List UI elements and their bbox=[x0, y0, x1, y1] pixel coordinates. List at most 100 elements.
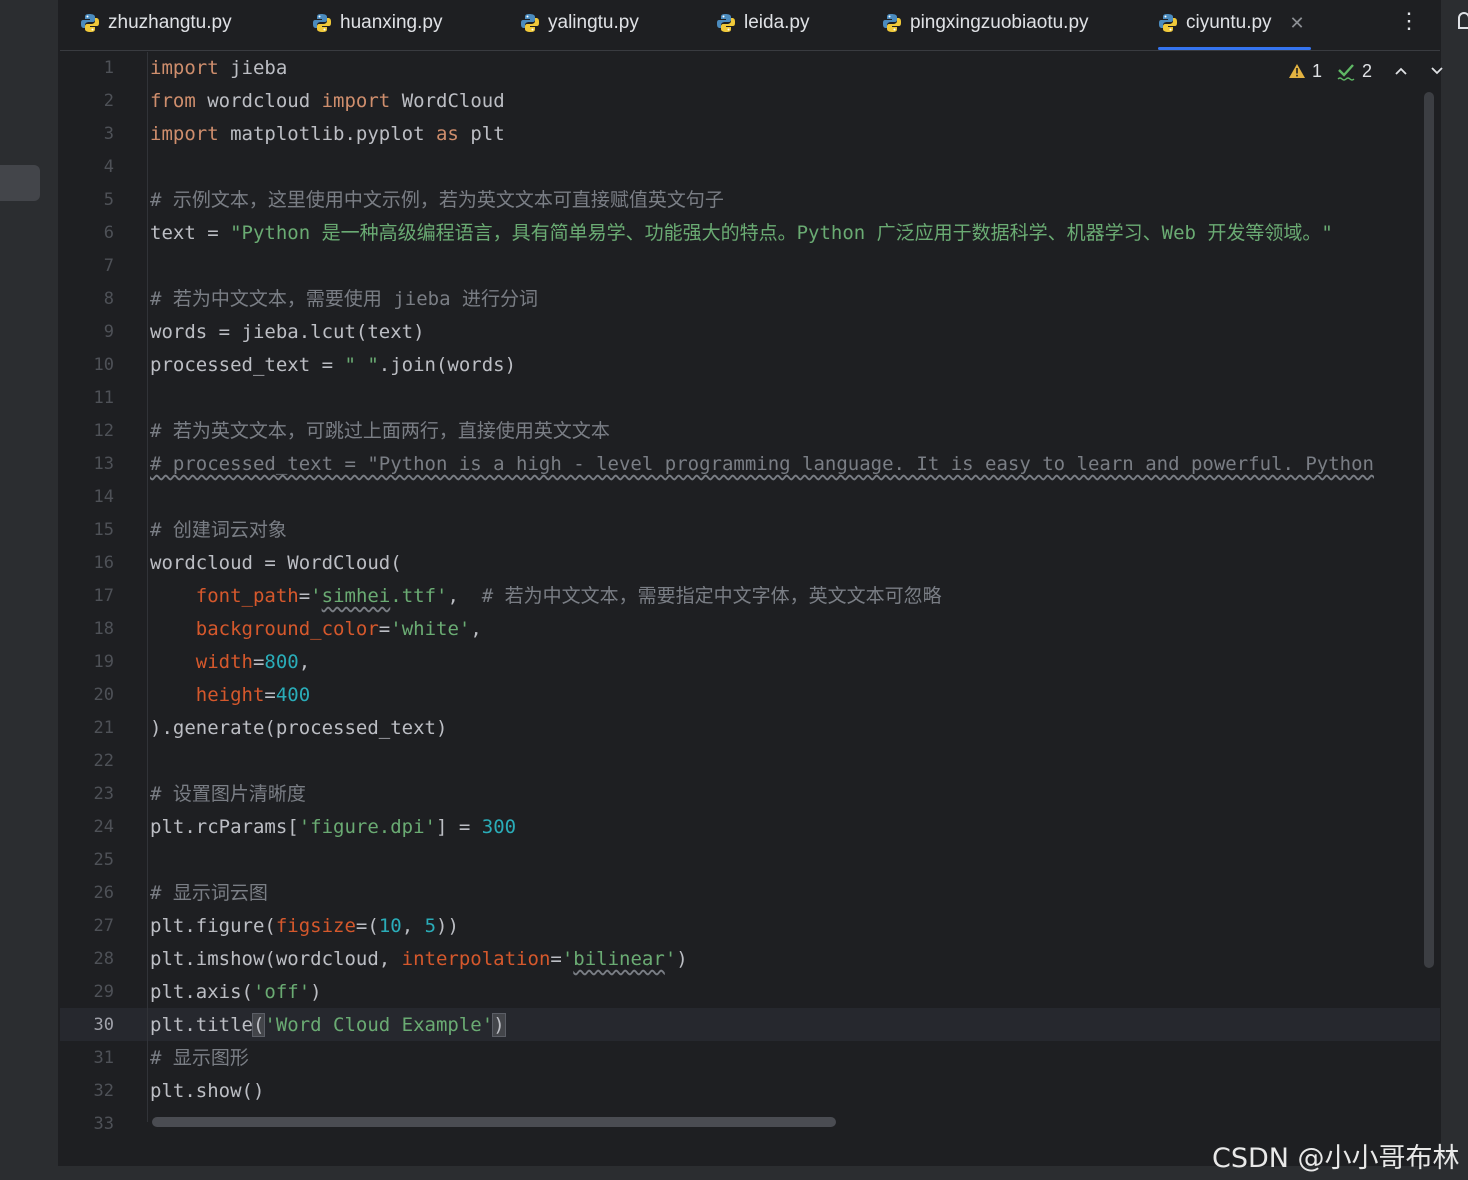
code-line-28: plt.imshow(wordcloud, interpolation='bil… bbox=[150, 943, 1440, 976]
string-literal: .ttf' bbox=[390, 585, 448, 607]
line-number[interactable]: 4 bbox=[60, 151, 148, 184]
line-number[interactable]: 3 bbox=[60, 118, 148, 151]
string-literal: 'Word Cloud Example' bbox=[264, 1014, 494, 1036]
line-number[interactable]: 32 bbox=[60, 1075, 148, 1108]
python-file-icon bbox=[1159, 14, 1177, 32]
keyword: import bbox=[150, 123, 219, 145]
close-icon[interactable]: ✕ bbox=[1290, 13, 1305, 34]
line-number[interactable]: 15 bbox=[60, 514, 148, 547]
string-literal-typo: bilinear bbox=[573, 948, 665, 970]
line-number[interactable]: 1 bbox=[60, 52, 148, 85]
line-number[interactable]: 14 bbox=[60, 481, 148, 514]
left-tool-strip bbox=[0, 0, 59, 1166]
tab-leida[interactable]: leida.py bbox=[716, 0, 810, 46]
code-text: plt.figure( bbox=[150, 915, 276, 937]
line-number[interactable]: 24 bbox=[60, 811, 148, 844]
line-number[interactable]: 2 bbox=[60, 85, 148, 118]
code-text: , bbox=[447, 585, 482, 607]
tab-yalingtu[interactable]: yalingtu.py bbox=[520, 0, 639, 46]
tab-label: ciyuntu.py bbox=[1186, 12, 1272, 33]
code-line-8: # 若为中文文本，需要使用 jieba 进行分词 bbox=[150, 288, 538, 310]
code-text: = bbox=[298, 585, 311, 607]
line-number[interactable]: 13 bbox=[60, 448, 148, 481]
line-number[interactable]: 5 bbox=[60, 184, 148, 217]
line-number[interactable]: 33 bbox=[60, 1108, 148, 1141]
tab-huanxing[interactable]: huanxing.py bbox=[312, 0, 442, 46]
keyword: import bbox=[321, 90, 391, 112]
python-file-icon bbox=[81, 14, 99, 32]
line-number[interactable]: 26 bbox=[60, 877, 148, 910]
notification-bell-icon[interactable] bbox=[1457, 10, 1468, 38]
python-file-icon bbox=[717, 14, 735, 32]
vertical-scrollbar[interactable] bbox=[1424, 92, 1434, 968]
python-file-icon bbox=[883, 14, 901, 32]
line-number[interactable]: 30 bbox=[60, 1009, 148, 1042]
more-vertical-icon[interactable]: ⋮ bbox=[1398, 8, 1420, 34]
line-number[interactable]: 18 bbox=[60, 613, 148, 646]
python-file-icon bbox=[521, 14, 539, 32]
code-text: , bbox=[470, 618, 482, 640]
tab-pingxingzuobiaotu[interactable]: pingxingzuobiaotu.py bbox=[882, 0, 1089, 46]
tab-ciyuntu[interactable]: ciyuntu.py ✕ bbox=[1158, 0, 1311, 50]
code-text: ) bbox=[310, 981, 322, 1003]
line-number[interactable]: 10 bbox=[60, 349, 148, 382]
number-literal: 800 bbox=[264, 651, 299, 673]
tab-zhuzhangtu[interactable]: zhuzhangtu.py bbox=[80, 0, 232, 46]
line-number[interactable]: 7 bbox=[60, 250, 148, 283]
line-number[interactable]: 12 bbox=[60, 415, 148, 448]
code-line-17: font_path='simhei.ttf', # 若为中文文本，需要指定中文字… bbox=[150, 580, 1440, 613]
line-number[interactable]: 19 bbox=[60, 646, 148, 679]
line-number[interactable]: 16 bbox=[60, 547, 148, 580]
line-number[interactable]: 22 bbox=[60, 745, 148, 778]
code-line-20: height=400 bbox=[150, 679, 1440, 712]
line-number[interactable]: 29 bbox=[60, 976, 148, 1009]
code-text: ] = bbox=[436, 816, 482, 838]
code-text: plt.imshow(wordcloud, bbox=[150, 948, 402, 970]
line-number[interactable]: 21 bbox=[60, 712, 148, 745]
horizontal-scrollbar[interactable] bbox=[152, 1117, 836, 1127]
selected-tool-window-button[interactable] bbox=[0, 165, 40, 201]
line-number[interactable]: 8 bbox=[60, 283, 148, 316]
line-number[interactable]: 11 bbox=[60, 382, 148, 415]
code-text: plt.title bbox=[150, 1014, 253, 1036]
matched-bracket: ( bbox=[251, 1013, 266, 1037]
number-literal: 300 bbox=[481, 816, 517, 838]
keyword-argument: interpolation bbox=[401, 948, 551, 970]
line-number[interactable]: 23 bbox=[60, 778, 148, 811]
string-literal: "Python 是一种高级编程语言，具有简单易学、功能强大的特点。Python … bbox=[230, 222, 1333, 244]
line-number[interactable]: 17 bbox=[60, 580, 148, 613]
line-number[interactable]: 20 bbox=[60, 679, 148, 712]
line-number[interactable]: 9 bbox=[60, 316, 148, 349]
code-text: , bbox=[298, 651, 311, 673]
gutter-separator bbox=[147, 52, 148, 1122]
number-literal: 400 bbox=[275, 684, 311, 706]
code-line-18: background_color='white', bbox=[150, 613, 1440, 646]
line-number[interactable]: 27 bbox=[60, 910, 148, 943]
number-literal: 10 bbox=[378, 915, 402, 937]
line-number[interactable]: 6 bbox=[60, 217, 148, 250]
code-text: = bbox=[378, 618, 391, 640]
line-number[interactable]: 31 bbox=[60, 1042, 148, 1075]
code-line-32: plt.show() bbox=[150, 1080, 265, 1102]
code-text: matplotlib.pyplot bbox=[218, 123, 436, 145]
code-line-10: processed_text = " ".join(words) bbox=[150, 349, 1440, 382]
line-number[interactable]: 28 bbox=[60, 943, 148, 976]
code-text: WordCloud bbox=[390, 90, 505, 112]
code-line-15: # 创建词云对象 bbox=[150, 519, 287, 541]
keyword-argument: background_color bbox=[195, 618, 379, 640]
right-tool-strip bbox=[1440, 0, 1468, 1166]
code-area[interactable]: import jieba from wordcloud import WordC… bbox=[150, 52, 1440, 1141]
keyword-argument: font_path bbox=[195, 585, 299, 607]
code-text: text = bbox=[150, 222, 231, 244]
code-line-9: words = jieba.lcut(text) bbox=[150, 321, 425, 343]
code-text: plt bbox=[458, 123, 505, 145]
keyword-argument: width bbox=[195, 651, 253, 673]
line-number[interactable]: 25 bbox=[60, 844, 148, 877]
string-literal: 'white' bbox=[390, 618, 471, 640]
